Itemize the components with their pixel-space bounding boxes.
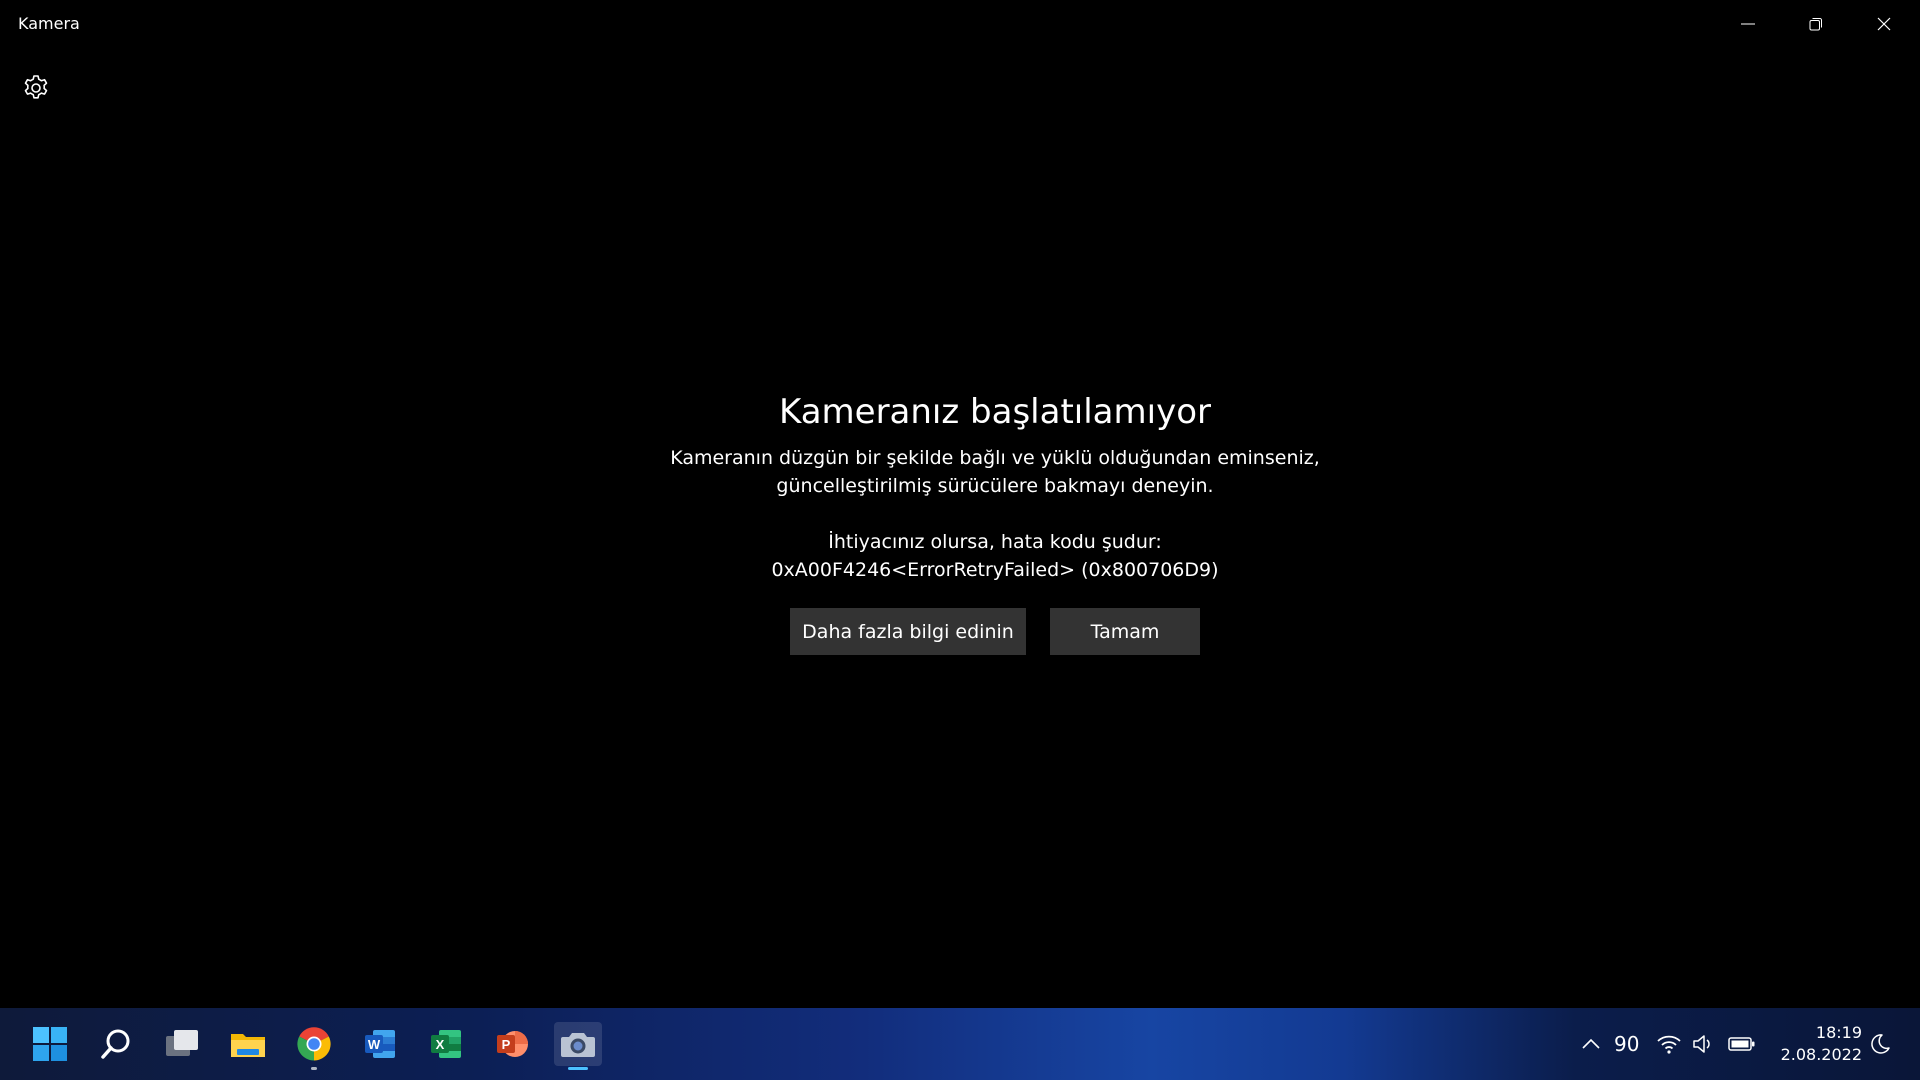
error-description-line2: güncelleştirilmiş sürücülere bakmayı den…	[776, 475, 1214, 497]
restore-button[interactable]	[1782, 0, 1850, 48]
battery-icon	[1728, 1037, 1755, 1051]
wifi-icon	[1657, 1035, 1681, 1054]
minimize-icon	[1741, 23, 1755, 25]
moon-icon	[1871, 1034, 1890, 1054]
clock[interactable]: 18:19 2.08.2022	[1772, 1022, 1862, 1066]
chrome-button[interactable]	[290, 1022, 338, 1070]
svg-text:X: X	[436, 1037, 445, 1052]
gear-icon	[24, 75, 48, 99]
camera-icon	[561, 1033, 595, 1057]
focus-assist-button[interactable]	[1868, 1008, 1892, 1080]
chevron-up-icon	[1582, 1038, 1600, 1049]
error-description-line1: Kameranın düzgün bir şekilde bağlı ve yü…	[670, 447, 1320, 469]
excel-button[interactable]: X	[422, 1022, 470, 1066]
powerpoint-button[interactable]: P	[488, 1022, 536, 1066]
excel-icon: X	[431, 1030, 461, 1058]
more-info-button[interactable]: Daha fazla bilgi edinin	[790, 608, 1026, 655]
task-view-button[interactable]	[158, 1022, 206, 1066]
search-icon	[101, 1029, 130, 1059]
error-description: Kameranın düzgün bir şekilde bağlı ve yü…	[560, 444, 1430, 500]
word-icon: W	[365, 1030, 395, 1058]
taskbar: W X P 90 18:19 2.08.2022	[0, 1008, 1920, 1080]
error-code-intro: İhtiyacınız olursa, hata kodu şudur:	[828, 531, 1162, 553]
camera-active-indicator	[568, 1067, 588, 1070]
svg-text:P: P	[502, 1037, 511, 1052]
settings-button[interactable]	[18, 70, 54, 106]
network-button[interactable]	[1656, 1008, 1682, 1080]
error-panel: Kameranız başlatılamıyor Kameranın düzgü…	[560, 388, 1430, 655]
camera-button[interactable]	[554, 1022, 602, 1070]
restore-icon	[1809, 18, 1822, 31]
battery-button[interactable]	[1728, 1008, 1756, 1080]
error-code: 0xA00F4246<ErrorRetryFailed> (0x800706D9…	[771, 559, 1219, 581]
powerpoint-icon: P	[497, 1031, 528, 1057]
close-button[interactable]	[1850, 0, 1918, 48]
chrome-icon	[297, 1027, 331, 1061]
app-title: Kamera	[18, 14, 80, 33]
clock-time: 18:19	[1815, 1023, 1862, 1042]
error-title: Kameranız başlatılamıyor	[779, 392, 1211, 432]
minimize-button[interactable]	[1714, 0, 1782, 48]
clock-date: 2.08.2022	[1780, 1045, 1862, 1064]
svg-text:W: W	[368, 1037, 381, 1052]
chrome-running-indicator	[311, 1067, 317, 1070]
search-button[interactable]	[92, 1022, 140, 1066]
error-code-block: İhtiyacınız olursa, hata kodu şudur: 0xA…	[560, 528, 1430, 584]
word-button[interactable]: W	[356, 1022, 404, 1066]
error-buttons: Daha fazla bilgi edinin Tamam	[560, 608, 1430, 655]
close-icon	[1877, 17, 1891, 31]
tray-number[interactable]: 90	[1614, 1008, 1639, 1080]
speaker-icon	[1693, 1035, 1710, 1053]
file-explorer-icon	[231, 1034, 265, 1057]
task-view-icon	[166, 1030, 198, 1056]
ok-button[interactable]: Tamam	[1050, 608, 1200, 655]
title-bar: Kamera	[0, 0, 1920, 48]
file-explorer-button[interactable]	[224, 1022, 272, 1066]
volume-button[interactable]	[1692, 1008, 1716, 1080]
start-icon	[33, 1027, 67, 1061]
show-hidden-icons-button[interactable]	[1580, 1008, 1602, 1080]
start-button[interactable]	[26, 1022, 74, 1066]
